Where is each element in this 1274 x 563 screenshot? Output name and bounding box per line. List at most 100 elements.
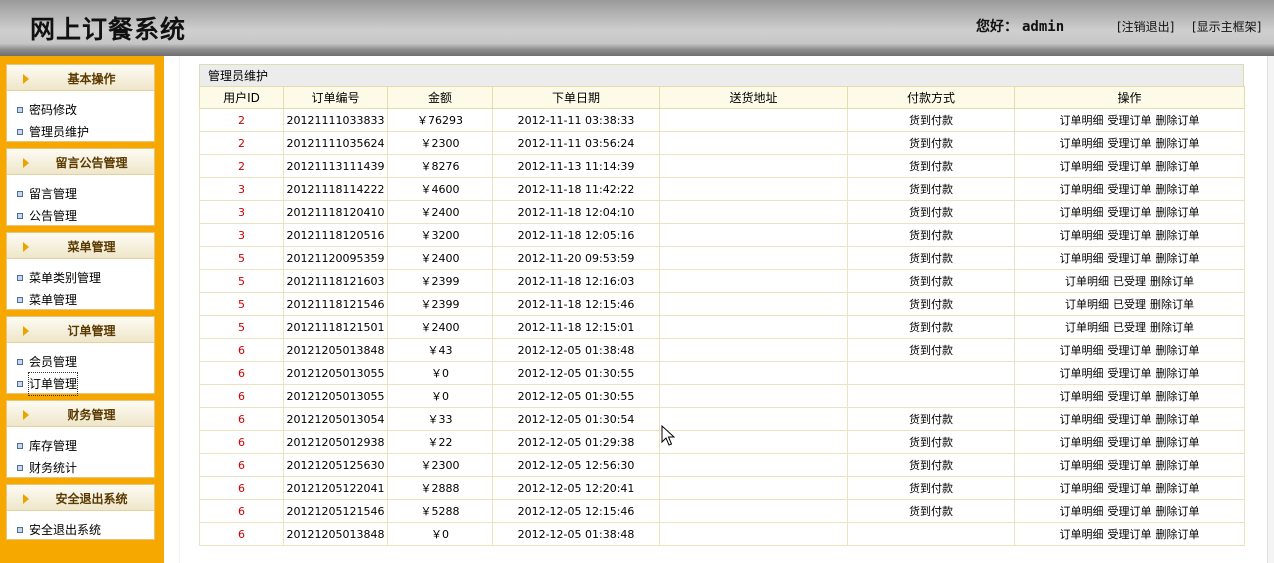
sidebar-item-label: 库存管理 — [29, 439, 78, 453]
delete-order-link[interactable]: 删除订单 — [1156, 206, 1200, 219]
delete-order-link[interactable]: 删除订单 — [1156, 229, 1200, 242]
order-no-cell: 20121205121546 — [283, 499, 388, 523]
sidebar-panel-title: 留言公告管理 — [55, 156, 128, 170]
accept-order-link[interactable]: 受理订单 — [1108, 344, 1152, 357]
payment-cell: 货到付款 — [847, 177, 1015, 201]
accept-order-link[interactable]: 受理订单 — [1108, 114, 1152, 127]
accept-order-link[interactable]: 受理订单 — [1108, 413, 1152, 426]
order-detail-link[interactable]: 订单明细 — [1065, 321, 1109, 334]
user-id-cell: 3 — [199, 177, 284, 201]
address-cell — [659, 223, 848, 247]
address-cell — [659, 499, 848, 523]
payment-cell: 货到付款 — [847, 453, 1015, 477]
accept-order-link[interactable]: 受理订单 — [1108, 505, 1152, 518]
amount-cell: ￥8276 — [387, 154, 493, 178]
accept-order-link[interactable]: 受理订单 — [1108, 528, 1152, 541]
delete-order-link[interactable]: 删除订单 — [1156, 390, 1200, 403]
order-no-cell: 20121205013055 — [283, 384, 388, 408]
address-cell — [659, 292, 848, 316]
accept-order-link[interactable]: 受理订单 — [1108, 229, 1152, 242]
sidebar-item[interactable]: 密码修改 — [7, 99, 154, 121]
order-no-cell: 20121205013054 — [283, 407, 388, 431]
order-detail-link[interactable]: 订单明细 — [1060, 459, 1104, 472]
order-detail-link[interactable]: 订单明细 — [1065, 298, 1109, 311]
sidebar-item[interactable]: 库存管理 — [7, 435, 154, 457]
sidebar-item[interactable]: 菜单管理 — [7, 289, 154, 311]
sidebar-item[interactable]: 安全退出系统 — [7, 519, 154, 541]
amount-cell: ￥2300 — [387, 453, 493, 477]
delete-order-link[interactable]: 删除订单 — [1156, 183, 1200, 196]
accept-order-link[interactable]: 受理订单 — [1108, 252, 1152, 265]
accept-order-link[interactable]: 受理订单 — [1108, 206, 1152, 219]
delete-order-link[interactable]: 删除订单 — [1150, 275, 1194, 288]
order-detail-link[interactable]: 订单明细 — [1065, 275, 1109, 288]
sidebar-item-label: 菜单管理 — [29, 293, 78, 307]
delete-order-link[interactable]: 删除订单 — [1156, 367, 1200, 380]
order-detail-link[interactable]: 订单明细 — [1060, 436, 1104, 449]
order-detail-link[interactable]: 订单明细 — [1060, 482, 1104, 495]
amount-cell: ￥2400 — [387, 246, 493, 270]
accept-order-link[interactable]: 受理订单 — [1108, 482, 1152, 495]
amount-cell: ￥3200 — [387, 223, 493, 247]
accept-order-link[interactable]: 受理订单 — [1108, 137, 1152, 150]
delete-order-link[interactable]: 删除订单 — [1156, 160, 1200, 173]
delete-order-link[interactable]: 删除订单 — [1150, 298, 1194, 311]
table-row: 6 20121205013055 ￥0 2012-12-05 01:30:55 订单明细… — [199, 361, 1245, 385]
order-detail-link[interactable]: 订单明细 — [1060, 505, 1104, 518]
sidebar-panel-header[interactable]: 财务管理 — [7, 401, 154, 427]
show-main-frame-link[interactable]: [显示主框架] — [1192, 18, 1261, 35]
delete-order-link[interactable]: 删除订单 — [1156, 252, 1200, 265]
sidebar-item[interactable]: 会员管理 — [7, 351, 154, 373]
accept-order-link[interactable]: 受理订单 — [1108, 183, 1152, 196]
order-detail-link[interactable]: 订单明细 — [1060, 390, 1104, 403]
order-detail-link[interactable]: 订单明细 — [1060, 344, 1104, 357]
accept-order-link[interactable]: 受理订单 — [1108, 459, 1152, 472]
sidebar-panel-header[interactable]: 安全退出系统 — [7, 485, 154, 511]
square-bullet-icon — [17, 527, 23, 533]
sidebar-panel-header[interactable]: 留言公告管理 — [7, 149, 154, 175]
order-no-cell: 20121118120516 — [283, 223, 388, 247]
logout-link[interactable]: [注销退出] — [1117, 18, 1174, 35]
order-detail-link[interactable]: 订单明细 — [1060, 183, 1104, 196]
sidebar-item[interactable]: 财务统计 — [7, 457, 154, 479]
scrollbar[interactable] — [1267, 56, 1274, 563]
table-row: 6 20121205013054 ￥33 2012-12-05 01:30:54 货到付… — [199, 407, 1245, 431]
order-detail-link[interactable]: 订单明细 — [1060, 252, 1104, 265]
square-bullet-icon — [17, 129, 23, 135]
order-detail-link[interactable]: 订单明细 — [1060, 137, 1104, 150]
accept-order-link[interactable]: 受理订单 — [1108, 160, 1152, 173]
table-row: 5 20121118121603 ￥2399 2012-11-18 12:16:03 货… — [199, 269, 1245, 293]
order-detail-link[interactable]: 订单明细 — [1060, 114, 1104, 127]
order-detail-link[interactable]: 订单明细 — [1060, 160, 1104, 173]
accept-order-link[interactable]: 受理订单 — [1108, 390, 1152, 403]
table-row: 3 20121118120410 ￥2400 2012-11-18 12:04:10 货… — [199, 200, 1245, 224]
delete-order-link[interactable]: 删除订单 — [1156, 528, 1200, 541]
sidebar-item[interactable]: 管理员维护 — [7, 121, 154, 143]
sidebar-panel-header[interactable]: 菜单管理 — [7, 233, 154, 259]
delete-order-link[interactable]: 删除订单 — [1156, 436, 1200, 449]
sidebar-panel-header[interactable]: 订单管理 — [7, 317, 154, 343]
sidebar-item[interactable]: 留言管理 — [7, 183, 154, 205]
order-date-cell: 2012-11-18 12:15:01 — [492, 315, 660, 339]
delete-order-link[interactable]: 删除订单 — [1150, 321, 1194, 334]
order-detail-link[interactable]: 订单明细 — [1060, 206, 1104, 219]
delete-order-link[interactable]: 删除订单 — [1156, 413, 1200, 426]
order-detail-link[interactable]: 订单明细 — [1060, 528, 1104, 541]
delete-order-link[interactable]: 删除订单 — [1156, 482, 1200, 495]
delete-order-link[interactable]: 删除订单 — [1156, 344, 1200, 357]
sidebar-panel-header[interactable]: 基本操作 — [7, 65, 154, 91]
order-detail-link[interactable]: 订单明细 — [1060, 413, 1104, 426]
accept-order-link[interactable]: 受理订单 — [1108, 436, 1152, 449]
order-detail-link[interactable]: 订单明细 — [1060, 229, 1104, 242]
sidebar-item[interactable]: 菜单类别管理 — [7, 267, 154, 289]
delete-order-link[interactable]: 删除订单 — [1156, 505, 1200, 518]
accept-order-link[interactable]: 受理订单 — [1108, 367, 1152, 380]
sidebar-item[interactable]: 订单管理 — [7, 372, 154, 396]
user-id-cell: 6 — [199, 522, 284, 546]
order-detail-link[interactable]: 订单明细 — [1060, 367, 1104, 380]
sidebar-item[interactable]: 公告管理 — [7, 205, 154, 227]
delete-order-link[interactable]: 删除订单 — [1156, 459, 1200, 472]
delete-order-link[interactable]: 删除订单 — [1156, 114, 1200, 127]
actions-cell: 订单明细 受理订单 删除订单 — [1014, 522, 1245, 546]
delete-order-link[interactable]: 删除订单 — [1156, 137, 1200, 150]
